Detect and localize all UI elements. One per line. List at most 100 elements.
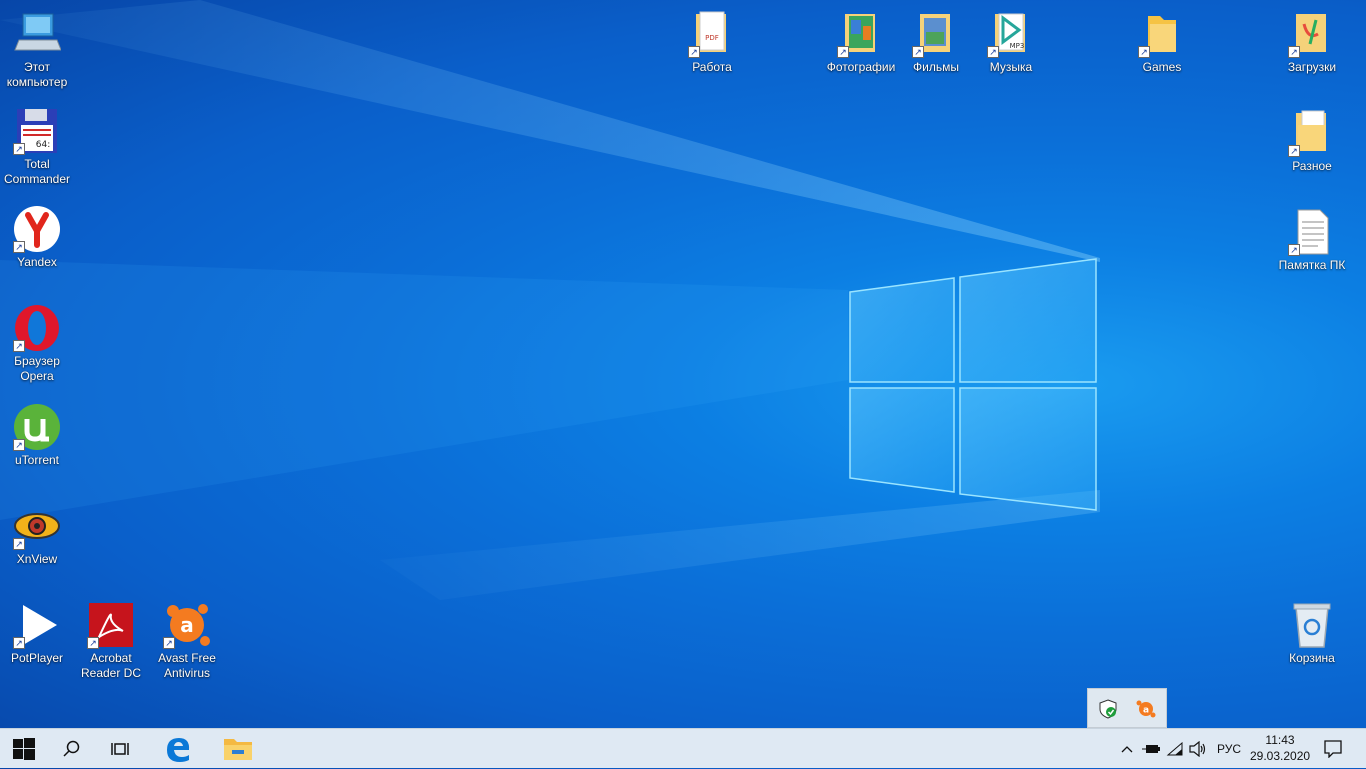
svg-text:a: a <box>180 613 194 637</box>
pdf-folder-icon: PDF ↗ <box>688 10 736 58</box>
start-button[interactable] <box>0 729 48 769</box>
shortcut-arrow-icon: ↗ <box>1288 46 1300 58</box>
desktop-icon-music[interactable]: MP3 ↗ Музыка <box>974 10 1048 75</box>
desktop-icon-label: uTorrent <box>14 453 60 467</box>
shortcut-arrow-icon: ↗ <box>13 637 25 649</box>
desktop-icon-rabota[interactable]: PDF ↗ Работа <box>675 10 749 75</box>
monitor-icon <box>13 10 62 58</box>
desktop-icon-games[interactable]: ↗ Games <box>1125 10 1199 75</box>
speaker-icon <box>1189 741 1206 757</box>
video-folder-icon: ↗ <box>912 10 960 58</box>
desktop-icon-potplayer[interactable]: ↗ PotPlayer <box>0 601 74 666</box>
photo-folder-icon: ↗ <box>837 10 885 58</box>
desktop-icon-avast[interactable]: a ↗ Avast Free Antivirus <box>150 601 224 681</box>
wifi-icon <box>1166 742 1183 756</box>
desktop-icon-xnview[interactable]: ↗ XnView <box>0 502 74 567</box>
shortcut-arrow-icon: ↗ <box>1288 145 1300 157</box>
folder-icon: ↗ <box>1288 109 1336 157</box>
desktop-icon-label: Games <box>1142 60 1182 74</box>
desktop-icon-photos[interactable]: ↗ Фотографии <box>824 10 898 75</box>
desktop-icon-label: Браузер Opera <box>14 354 60 383</box>
music-folder-icon: MP3 ↗ <box>987 10 1035 58</box>
desktop-icon-films[interactable]: ↗ Фильмы <box>899 10 973 75</box>
avast-tray-icon[interactable]: a <box>1136 699 1156 719</box>
desktop-icon-label: Yandex <box>17 255 57 269</box>
text-document-icon: ↗ <box>1288 208 1336 256</box>
utorrent-icon: ↗ <box>13 403 61 451</box>
desktop-icon-label: Работа <box>692 60 732 74</box>
desktop-icon-label: Total Commander <box>3 157 71 186</box>
desktop-icon-label: PotPlayer <box>10 651 64 665</box>
desktop-icon-total-commander[interactable]: 64: ↗ Total Commander <box>0 107 74 187</box>
desktop[interactable]: Этот компьютер 64: ↗ Total Commander ↗ Y… <box>0 0 1366 728</box>
task-view-button[interactable] <box>96 729 144 769</box>
svg-text:PDF: PDF <box>705 34 719 42</box>
desktop-icon-label: Памятка ПК <box>1278 258 1346 272</box>
desktop-icon-label: XnView <box>16 552 58 566</box>
edge-icon <box>167 738 190 762</box>
desktop-icon-yandex[interactable]: ↗ Yandex <box>0 205 74 270</box>
acrobat-icon: ↗ <box>87 601 135 649</box>
desktop-icon-opera[interactable]: ↗ Браузер Opera <box>0 304 74 384</box>
desktop-icon-downloads[interactable]: ↗ Загрузки <box>1275 10 1349 75</box>
taskbar-edge-button[interactable] <box>154 729 202 769</box>
play-icon: ↗ <box>13 601 61 649</box>
shortcut-arrow-icon: ↗ <box>837 46 849 58</box>
clock-date: 29.03.2020 <box>1250 749 1311 763</box>
shortcut-arrow-icon: ↗ <box>13 241 25 253</box>
desktop-icon-label: Корзина <box>1289 651 1335 665</box>
svg-text:64:: 64: <box>36 140 50 150</box>
show-hidden-icons-button[interactable] <box>1116 729 1138 769</box>
taskbar-file-explorer-button[interactable] <box>214 729 262 769</box>
battery-plug-icon <box>1142 745 1160 753</box>
shortcut-arrow-icon: ↗ <box>13 439 25 451</box>
desktop-icon-acrobat[interactable]: ↗ Acrobat Reader DC <box>74 601 148 681</box>
desktop-icon-this-pc[interactable]: Этот компьютер <box>0 10 74 90</box>
search-button[interactable] <box>48 729 96 769</box>
desktop-icon-label: Этот компьютер <box>6 60 68 89</box>
yandex-browser-icon: ↗ <box>13 205 61 253</box>
chevron-up-icon <box>1121 746 1133 753</box>
notification-icon <box>1324 740 1342 758</box>
shortcut-arrow-icon: ↗ <box>13 340 25 352</box>
desktop-icon-label: Avast Free Antivirus <box>158 651 216 680</box>
tray-overflow-popup: a <box>1087 688 1167 728</box>
opera-icon: ↗ <box>13 304 61 352</box>
battery-button[interactable] <box>1140 729 1162 769</box>
action-center-button[interactable] <box>1318 729 1348 769</box>
svg-text:MP3: MP3 <box>1010 42 1025 50</box>
language-indicator: РУС <box>1216 742 1242 756</box>
windows-security-icon[interactable] <box>1098 699 1118 719</box>
shortcut-arrow-icon: ↗ <box>1288 244 1300 256</box>
desktop-icon-pamyatka[interactable]: ↗ Памятка ПК <box>1275 208 1349 273</box>
desktop-icon-utorrent[interactable]: ↗ uTorrent <box>0 403 74 468</box>
volume-button[interactable] <box>1187 729 1209 769</box>
shortcut-arrow-icon: ↗ <box>1138 46 1150 58</box>
shortcut-arrow-icon: ↗ <box>688 46 700 58</box>
desktop-icon-recycle-bin[interactable]: Корзина <box>1275 601 1349 666</box>
folder-icon: ↗ <box>1138 10 1186 58</box>
windows-start-icon <box>13 738 35 760</box>
task-view-icon <box>111 743 129 755</box>
desktop-icon-label: Фотографии <box>826 60 896 74</box>
shortcut-arrow-icon: ↗ <box>87 637 99 649</box>
recycle-bin-icon <box>1288 601 1336 649</box>
clock[interactable]: 11:43 29.03.2020 <box>1250 732 1310 764</box>
windows-logo-wallpaper <box>849 258 1097 511</box>
avast-icon: a ↗ <box>163 601 211 649</box>
svg-text:a: a <box>1143 706 1149 716</box>
search-icon <box>63 740 80 757</box>
desktop-icon-label: Разное <box>1292 159 1332 173</box>
network-button[interactable] <box>1164 729 1186 769</box>
desktop-icon-label: Acrobat Reader DC <box>80 651 142 680</box>
desktop-icon-raznoe[interactable]: ↗ Разное <box>1275 109 1349 174</box>
xnview-icon: ↗ <box>13 502 61 550</box>
desktop-icon-label: Музыка <box>989 60 1033 74</box>
shortcut-arrow-icon: ↗ <box>163 637 175 649</box>
shortcut-arrow-icon: ↗ <box>987 46 999 58</box>
shortcut-arrow-icon: ↗ <box>912 46 924 58</box>
floppy-disk-icon: 64: ↗ <box>13 107 61 155</box>
taskbar: РУС 11:43 29.03.2020 <box>0 728 1366 768</box>
downloads-folder-icon: ↗ <box>1288 10 1336 58</box>
input-language-button[interactable]: РУС <box>1212 729 1246 769</box>
